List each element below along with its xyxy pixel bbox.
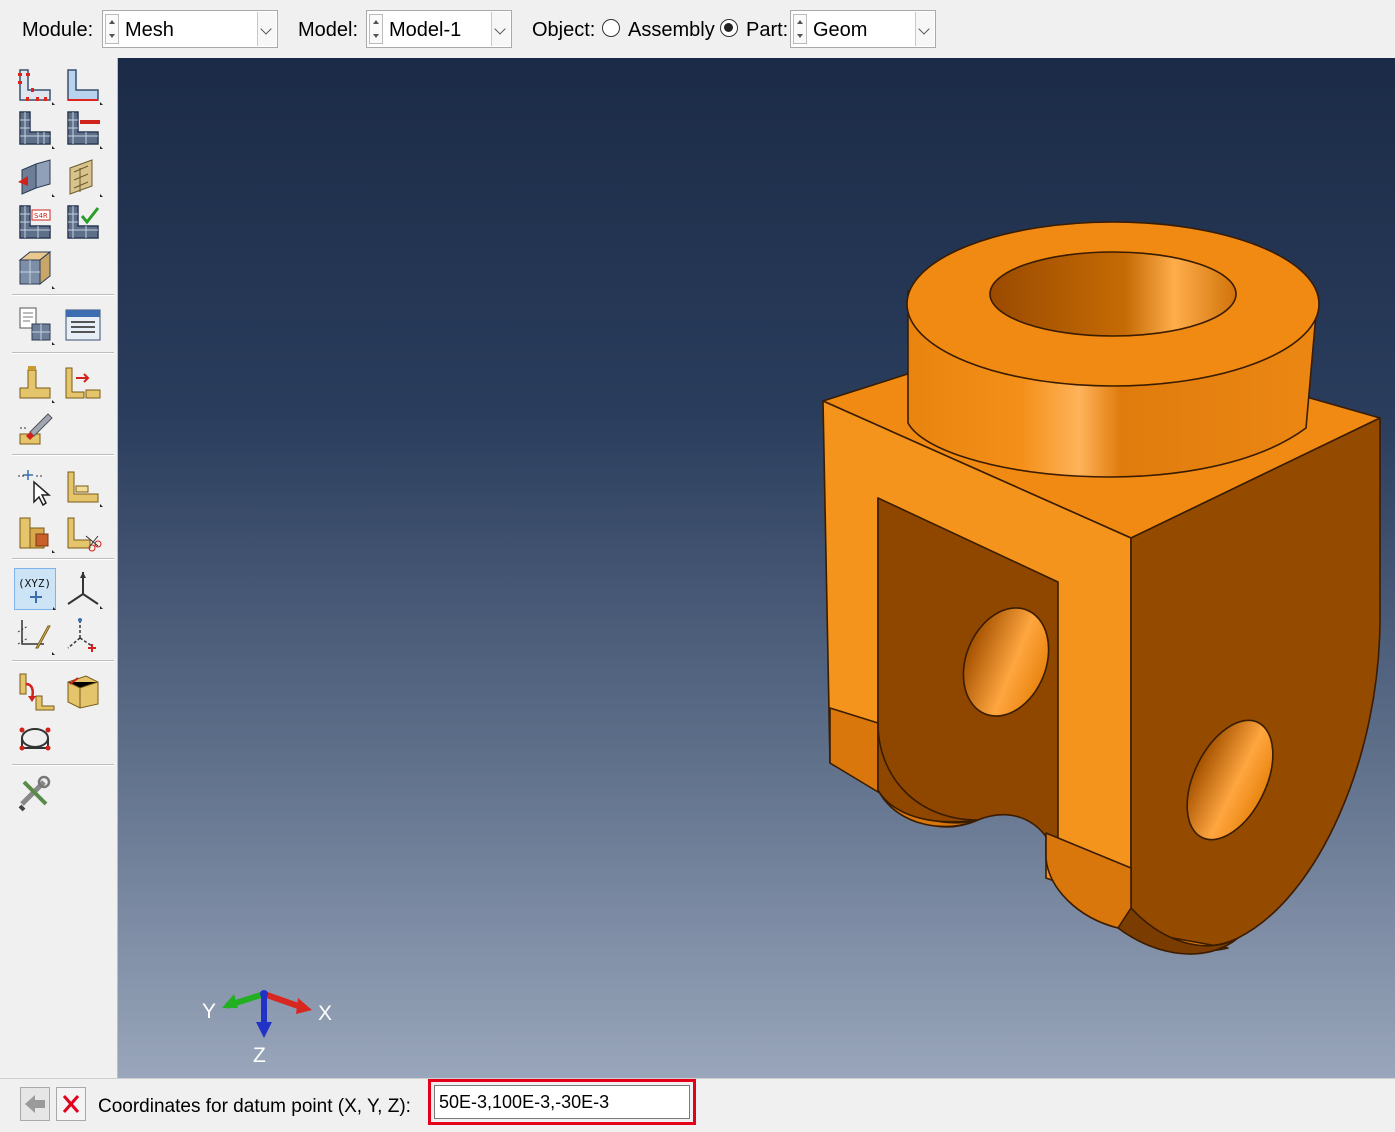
svg-text:(XYZ): (XYZ) (18, 577, 51, 590)
assembly-radio[interactable] (602, 19, 620, 37)
delete-mesh-icon[interactable] (62, 108, 104, 150)
verify-mesh-icon[interactable] (62, 202, 104, 244)
assign-mesh-controls-icon[interactable] (14, 156, 56, 198)
module-label: Module: (22, 19, 94, 41)
triad-x-label: X (318, 1002, 333, 1025)
associate-mesh-icon[interactable]: S4R (14, 202, 56, 244)
graphics-viewport[interactable]: Y X Z (118, 58, 1395, 1078)
assembly-label[interactable]: Assembly (628, 19, 715, 42)
module-combo[interactable]: Mesh (102, 10, 278, 48)
repair-icon[interactable] (14, 408, 56, 450)
cancel-procedure-button[interactable] (56, 1087, 86, 1121)
prompt-area: Coordinates for datum point (X, Y, Z): (0, 1078, 1395, 1132)
module-spin-icon[interactable] (105, 14, 119, 44)
edit-mesh-icon[interactable] (14, 362, 56, 404)
model-spin-icon[interactable] (369, 14, 383, 44)
close-icon (62, 1095, 80, 1113)
part-radio[interactable] (720, 19, 738, 37)
seed-edges-icon[interactable] (62, 64, 104, 106)
datum-axis-icon[interactable] (62, 568, 104, 610)
triad-z-label: Z (253, 1044, 266, 1067)
mesh-tools-icon[interactable] (14, 774, 56, 816)
context-bar: Module: Mesh Model: Model-1 Object: Asse… (0, 0, 1395, 59)
object-label: Object: (532, 19, 596, 41)
clevis-part-model[interactable] (118, 58, 1395, 1078)
transform-icon[interactable] (14, 718, 56, 760)
module-value: Mesh (125, 19, 174, 41)
datum-csys-icon[interactable] (62, 614, 104, 656)
mesh-toolbox: S4R (XYZ) (0, 58, 118, 1078)
svg-text:S4R: S4R (34, 212, 48, 220)
view-triad (222, 990, 312, 1038)
chevron-down-icon[interactable] (491, 12, 510, 46)
prompt-label: Coordinates for datum point (X, Y, Z): (98, 1096, 411, 1117)
mesh-region-icon[interactable] (14, 304, 56, 346)
datum-plane-icon[interactable] (14, 614, 56, 656)
part-value: Geom (813, 19, 868, 41)
seed-part-icon[interactable] (14, 64, 56, 106)
partition-face-icon[interactable] (62, 670, 104, 712)
model-label: Model: (298, 19, 359, 41)
coordinates-input[interactable] (434, 1085, 690, 1119)
back-arrow-icon (25, 1095, 45, 1113)
model-combo[interactable]: Model-1 (366, 10, 512, 48)
chevron-down-icon[interactable] (257, 12, 276, 46)
datum-point-icon-a[interactable] (14, 512, 56, 554)
mesh-part-icon[interactable] (14, 108, 56, 150)
datum-point-icon[interactable]: (XYZ) (14, 568, 56, 610)
back-button[interactable] (20, 1087, 50, 1121)
assign-element-type-icon[interactable] (62, 156, 104, 198)
part-spin-icon[interactable] (793, 14, 807, 44)
query-mesh-icon[interactable] (62, 304, 104, 346)
delete-feature-icon[interactable] (14, 466, 56, 508)
part-combo[interactable]: Geom (790, 10, 936, 48)
query-icon[interactable] (62, 466, 104, 508)
chevron-down-icon[interactable] (915, 12, 934, 46)
partition-cell-icon[interactable] (14, 248, 56, 290)
datum-axis-icon-a[interactable] (62, 512, 104, 554)
part-label[interactable]: Part: (746, 19, 788, 42)
triad-y-label: Y (202, 1000, 217, 1023)
create-feature-icon[interactable] (62, 362, 104, 404)
virtual-topology-icon[interactable] (14, 670, 56, 712)
model-value: Model-1 (389, 19, 462, 41)
